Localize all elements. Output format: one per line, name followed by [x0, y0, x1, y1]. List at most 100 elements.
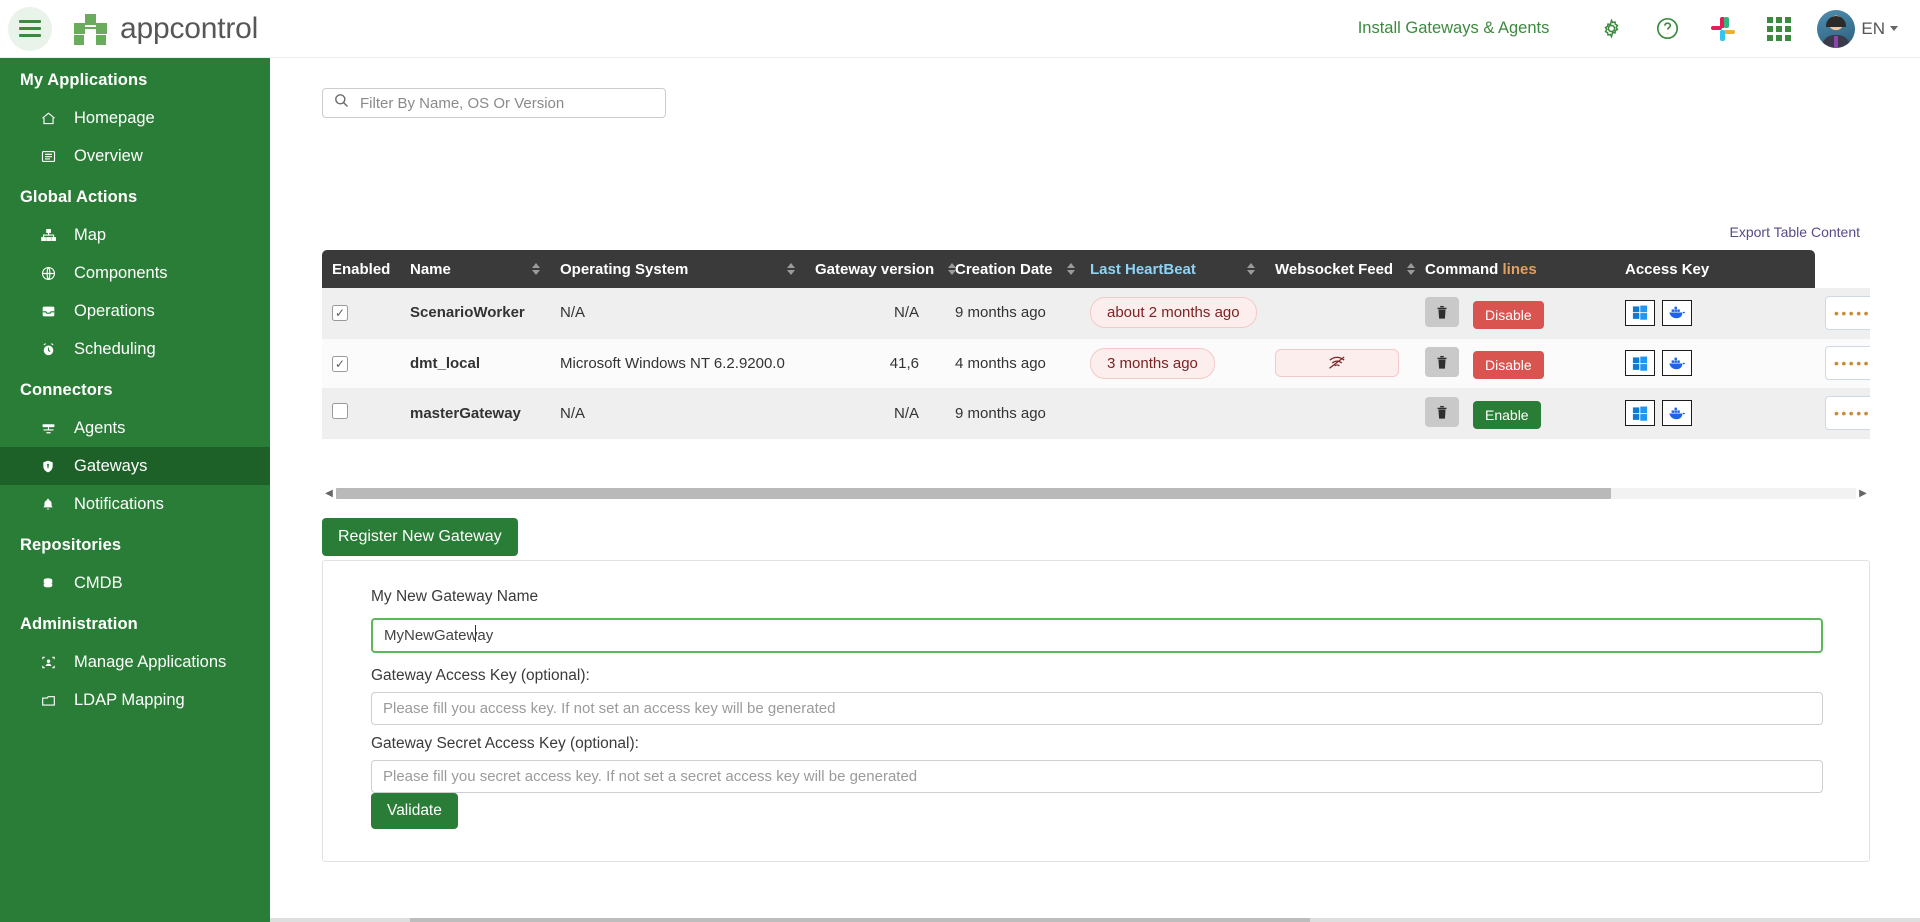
- sidebar-item-overview[interactable]: Overview: [0, 137, 270, 175]
- sidebar-item-label: Agents: [74, 418, 126, 437]
- cell-actions: Disable: [1415, 288, 1615, 339]
- cell-command-lines: [1615, 388, 1815, 439]
- cell-access-key: ••••••••••••: [1815, 288, 1870, 339]
- sidebar-item-agents[interactable]: Agents: [0, 409, 270, 447]
- sidebar-item-gateways[interactable]: Gateways: [0, 447, 270, 485]
- toggle-state-button[interactable]: Disable: [1473, 350, 1544, 379]
- scroll-right-arrow[interactable]: ▶: [1856, 488, 1870, 499]
- horizontal-scrollbar[interactable]: ◀ ▶: [322, 486, 1870, 500]
- scroll-left-arrow[interactable]: ◀: [322, 488, 336, 499]
- install-gateways-agents-link[interactable]: Install Gateways & Agents: [1358, 19, 1550, 38]
- sort-arrows-icon[interactable]: [773, 263, 795, 275]
- column-header-last-heartbeat[interactable]: Last HeartBeat: [1080, 250, 1265, 288]
- cell-creation-date: 4 months ago: [945, 338, 1080, 389]
- gateways-table: Enabled Name Operating System Gateway versi…: [322, 250, 1870, 439]
- delete-gateway-button[interactable]: [1425, 347, 1459, 378]
- scrollbar-track[interactable]: [336, 487, 1856, 499]
- header-actions: Install Gateways & Agents EN: [1358, 9, 1920, 49]
- sidebar-group-title: Repositories: [20, 536, 122, 554]
- heartbeat-badge: 3 months ago: [1090, 347, 1215, 379]
- appcontrol-logo-icon: [74, 13, 108, 45]
- windows-logo-icon[interactable]: [1625, 350, 1655, 376]
- sidebar-group-title: Connectors: [20, 381, 113, 399]
- column-header-access-key: Access Key: [1615, 250, 1815, 288]
- delete-gateway-button[interactable]: [1425, 397, 1459, 428]
- gateways-table-scroll: Enabled Name Operating System Gateway versi…: [322, 250, 1870, 495]
- language-label: EN: [1861, 18, 1885, 38]
- row-enabled-checkbox[interactable]: [332, 403, 348, 419]
- sort-arrows-icon[interactable]: [1053, 263, 1075, 275]
- top-header-bar: appcontrol Install Gateways & Agents EN: [0, 0, 1920, 58]
- cell-actions: Enable: [1415, 388, 1615, 439]
- cell-last-heartbeat: [1080, 388, 1265, 439]
- delete-gateway-button[interactable]: [1425, 297, 1459, 327]
- help-icon[interactable]: [1639, 9, 1695, 49]
- windows-logo-icon[interactable]: [1625, 400, 1655, 426]
- toggle-state-button[interactable]: Enable: [1473, 400, 1541, 429]
- bell-icon: [40, 496, 70, 513]
- scrollbar-thumb[interactable]: [336, 487, 1611, 499]
- sidebar-item-manage-applications[interactable]: Manage Applications: [0, 643, 270, 681]
- sort-arrows-icon[interactable]: [1233, 263, 1255, 275]
- cell-gateway-version: N/A: [805, 288, 945, 339]
- gear-icon[interactable]: [1583, 9, 1639, 49]
- language-selector[interactable]: EN: [1861, 19, 1902, 39]
- sort-arrows-icon[interactable]: [1393, 263, 1416, 275]
- sidebar-item-notifications[interactable]: Notifications: [0, 485, 270, 523]
- windows-logo-icon[interactable]: [1625, 299, 1655, 326]
- column-header-creation-date[interactable]: Creation Date: [945, 250, 1080, 288]
- sidebar-item-cmdb[interactable]: CMDB: [0, 564, 270, 602]
- column-header-command-lines: Command lines: [1415, 250, 1615, 288]
- secret-access-key-input[interactable]: [371, 760, 1823, 793]
- filter-box[interactable]: [322, 88, 666, 118]
- export-table-content-link[interactable]: Export Table Content: [1730, 224, 1861, 240]
- access-key-masked-field[interactable]: ••••••••••••: [1825, 396, 1870, 430]
- docker-logo-icon[interactable]: [1662, 299, 1692, 326]
- sitemap-icon: [40, 227, 70, 244]
- gateway-name-input[interactable]: [371, 618, 1823, 653]
- validate-button[interactable]: Validate: [371, 793, 458, 829]
- docker-logo-icon[interactable]: [1662, 400, 1692, 426]
- sidebar: My Applications Homepage Overview Global Ac…: [0, 58, 270, 922]
- database-icon: [40, 575, 70, 592]
- register-new-gateway-button[interactable]: Register New Gateway: [322, 518, 518, 556]
- sidebar-item-scheduling[interactable]: Scheduling: [0, 330, 270, 368]
- cell-operating-system: N/A: [550, 288, 805, 339]
- access-key-masked-field[interactable]: ••••••••••••: [1825, 295, 1870, 330]
- folder-icon: [40, 692, 70, 709]
- row-enabled-checkbox[interactable]: [332, 355, 348, 372]
- apps-grid-icon[interactable]: [1751, 9, 1807, 49]
- sidebar-item-operations[interactable]: Operations: [0, 292, 270, 330]
- column-header-label: Websocket Feed: [1275, 260, 1394, 278]
- window-bottom-edge: [0, 918, 1920, 922]
- sort-arrows-icon[interactable]: [518, 263, 540, 275]
- cell-command-lines: [1615, 338, 1815, 389]
- column-header-operating-system[interactable]: Operating System: [550, 250, 805, 288]
- access-key-masked-field[interactable]: ••••••••••••: [1825, 346, 1870, 380]
- search-input[interactable]: [358, 93, 665, 113]
- cell-name: dmt_local: [400, 338, 550, 389]
- row-enabled-checkbox[interactable]: [332, 305, 348, 322]
- sidebar-item-map[interactable]: Map: [0, 216, 270, 254]
- sidebar-item-label: Overview: [74, 146, 143, 165]
- sidebar-item-ldap-mapping[interactable]: LDAP Mapping: [0, 681, 270, 719]
- sidebar-item-label: Manage Applications: [74, 652, 227, 671]
- sort-arrows-icon[interactable]: [934, 263, 957, 275]
- column-header-gateway-version[interactable]: Gateway version: [805, 250, 957, 288]
- column-header-name[interactable]: Name: [400, 250, 550, 288]
- hamburger-menu-icon[interactable]: [8, 6, 52, 51]
- avatar[interactable]: [1817, 9, 1856, 48]
- toggle-state-button[interactable]: Disable: [1473, 300, 1544, 329]
- cell-access-key: ••••••••••••: [1815, 338, 1870, 389]
- table-body: ScenarioWorkerN/AN/A9 months agoabout 2 …: [322, 288, 1870, 439]
- table-header: Enabled Name Operating System Gateway versi…: [322, 250, 1870, 288]
- access-key-input[interactable]: [371, 692, 1823, 725]
- sidebar-item-components[interactable]: Components: [0, 254, 270, 292]
- slack-icon[interactable]: [1695, 9, 1751, 49]
- column-header-websocket-feed[interactable]: Websocket Feed: [1265, 250, 1416, 288]
- column-header-label: Name: [410, 260, 451, 278]
- cell-access-key: ••••••••••••: [1815, 388, 1870, 439]
- docker-logo-icon[interactable]: [1662, 350, 1692, 376]
- sidebar-item-homepage[interactable]: Homepage: [0, 99, 270, 137]
- table-row: ScenarioWorkerN/AN/A9 months agoabout 2 …: [322, 288, 1870, 339]
